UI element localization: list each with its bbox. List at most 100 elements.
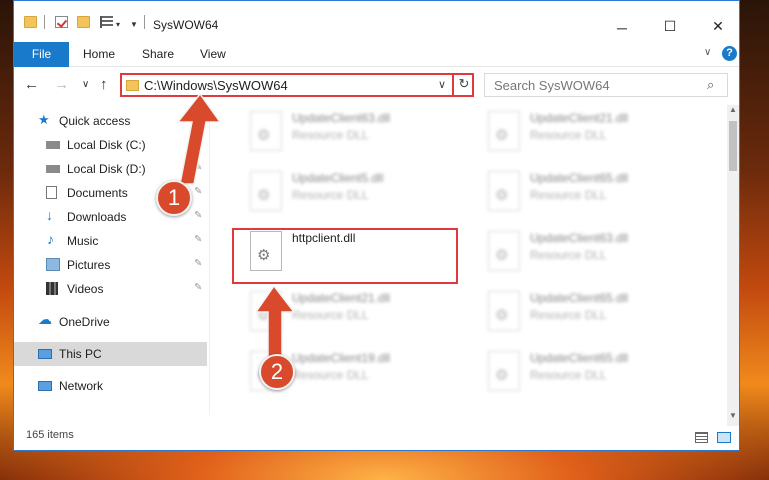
title-bar: ▾ ▼ SysWOW64 ─ ☐ ✕	[14, 1, 739, 41]
sidebar-item-onedrive[interactable]: ☁ OneDrive	[14, 310, 207, 334]
status-item-count: 165 items	[26, 429, 74, 441]
sidebar-item-music[interactable]: ♪ Music ✎	[14, 229, 207, 253]
dll-file-icon	[488, 231, 520, 271]
sidebar-item-label: Downloads	[67, 210, 127, 224]
callout-arrow-1	[176, 92, 220, 185]
drive-icon	[46, 141, 60, 149]
file-explorer-window: ▾ ▼ SysWOW64 ─ ☐ ✕ File Home Share View …	[13, 0, 740, 451]
address-path[interactable]: C:\Windows\SysWOW64	[144, 78, 288, 93]
file-type: Resource DLL	[530, 188, 607, 202]
search-placeholder: Search SysWOW64	[494, 78, 610, 93]
forward-button[interactable]: →	[54, 76, 69, 93]
file-name: UpdateClient19.dll	[292, 351, 391, 365]
onedrive-icon: ☁	[38, 311, 52, 327]
vertical-scrollbar[interactable]: ▲ ▼	[727, 105, 739, 426]
sidebar-item-label: Videos	[67, 282, 104, 296]
sidebar-item-label: This PC	[59, 347, 102, 361]
file-type: Resource DLL	[292, 128, 369, 142]
file-name: UpdateClient5.dll	[292, 171, 384, 185]
music-icon: ♪	[47, 231, 54, 247]
back-button[interactable]: ←	[24, 76, 39, 93]
large-icons-view-icon[interactable]	[717, 432, 731, 443]
recent-locations-button[interactable]: ∨	[82, 79, 89, 90]
sidebar-item-label: Documents	[67, 186, 128, 200]
drive-icon	[46, 165, 60, 173]
new-folder-icon[interactable]	[77, 16, 90, 28]
sidebar-item-label: Music	[67, 234, 99, 248]
search-icon[interactable]: ⌕	[707, 77, 714, 93]
file-name: UpdateClient65.dll	[530, 351, 629, 365]
file-type: Resource DLL	[530, 248, 607, 262]
file-name: UpdateClient63.dll	[530, 231, 629, 245]
tab-home[interactable]: Home	[83, 42, 115, 67]
file-name: UpdateClient65.dll	[530, 291, 629, 305]
search-input[interactable]: Search SysWOW64 ⌕	[484, 73, 728, 97]
sidebar-item-label: OneDrive	[59, 315, 110, 329]
file-type: Resource DLL	[292, 308, 369, 322]
minimize-button[interactable]: ─	[599, 15, 645, 41]
view-options-icon[interactable]	[100, 16, 113, 28]
scroll-down-icon[interactable]: ▼	[729, 411, 737, 420]
file-item[interactable]: UpdateClient63.dll Resource DLL	[470, 227, 700, 283]
scroll-up-icon[interactable]: ▲	[729, 105, 737, 114]
tab-view[interactable]: View	[200, 42, 226, 67]
pictures-icon	[46, 258, 60, 271]
sidebar-item-label: Local Disk (D:)	[67, 162, 146, 176]
address-dropdown-icon[interactable]: ∨	[438, 78, 446, 91]
dll-file-icon	[250, 171, 282, 211]
dll-file-icon	[250, 111, 282, 151]
sidebar-item-label: Pictures	[67, 258, 111, 272]
file-type: Resource DLL	[530, 368, 607, 382]
folder-icon	[24, 16, 37, 28]
sidebar-item-label: Local Disk (C:)	[67, 138, 146, 152]
tab-file[interactable]: File	[14, 42, 69, 67]
videos-icon	[46, 282, 58, 295]
file-name: UpdateClient65.dll	[530, 171, 629, 185]
details-view-icon[interactable]	[695, 432, 708, 443]
tab-share[interactable]: Share	[142, 42, 174, 67]
close-button[interactable]: ✕	[695, 13, 741, 39]
qat-dropdown-icon[interactable]: ▾	[116, 20, 120, 29]
customize-qat-icon[interactable]: ▼	[130, 20, 138, 29]
file-item[interactable]: UpdateClient63.dll Resource DLL	[232, 107, 462, 163]
pin-icon[interactable]: ✎	[194, 258, 202, 269]
expand-ribbon-icon[interactable]: ∨	[704, 47, 711, 58]
documents-icon	[46, 186, 57, 199]
pin-icon[interactable]: ✎	[194, 282, 202, 293]
dll-file-icon	[488, 171, 520, 211]
callout-badge-1: 1	[156, 180, 192, 216]
help-icon[interactable]: ?	[722, 46, 737, 61]
sidebar-item-label: Quick access	[59, 114, 131, 128]
file-type: Resource DLL	[530, 308, 607, 322]
file-item[interactable]: UpdateClient65.dll Resource DLL	[470, 167, 700, 223]
sidebar-item-this-pc[interactable]: This PC	[14, 342, 207, 366]
scroll-thumb[interactable]	[729, 121, 737, 171]
highlight-box	[232, 228, 458, 284]
pin-icon[interactable]: ✎	[194, 210, 202, 221]
ribbon-tabs: File Home Share View ∨ ?	[14, 41, 739, 67]
refresh-button[interactable]: ↻	[452, 73, 474, 97]
pc-icon	[38, 349, 52, 359]
sidebar-item-videos[interactable]: Videos ✎	[14, 277, 207, 301]
folder-icon	[126, 80, 139, 91]
sidebar-item-pictures[interactable]: Pictures ✎	[14, 253, 207, 277]
file-name: UpdateClient21.dll	[292, 291, 391, 305]
file-name: UpdateClient63.dll	[292, 111, 391, 125]
file-item[interactable]: UpdateClient65.dll Resource DLL	[470, 347, 700, 403]
pin-icon[interactable]: ✎	[194, 234, 202, 245]
file-item[interactable]: UpdateClient5.dll Resource DLL	[232, 167, 462, 223]
file-type: Resource DLL	[530, 128, 607, 142]
sidebar-item-label: Network	[59, 379, 104, 393]
window-title: SysWOW64	[153, 18, 219, 32]
navigation-bar: ← → ∨ ↑ C:\Windows\SysWOW64 ∨ ↻ Search S…	[14, 68, 739, 102]
downloads-icon: ↓	[46, 207, 53, 223]
callout-badge-2: 2	[259, 354, 295, 390]
network-icon	[38, 381, 52, 391]
properties-check-icon[interactable]	[55, 16, 68, 28]
sidebar-item-network[interactable]: Network	[14, 374, 207, 398]
maximize-button[interactable]: ☐	[647, 13, 693, 39]
star-icon: ★	[38, 112, 50, 127]
up-button[interactable]: ↑	[100, 76, 108, 93]
file-item[interactable]: UpdateClient65.dll Resource DLL	[470, 287, 700, 343]
file-item[interactable]: UpdateClient21.dll Resource DLL	[470, 107, 700, 163]
